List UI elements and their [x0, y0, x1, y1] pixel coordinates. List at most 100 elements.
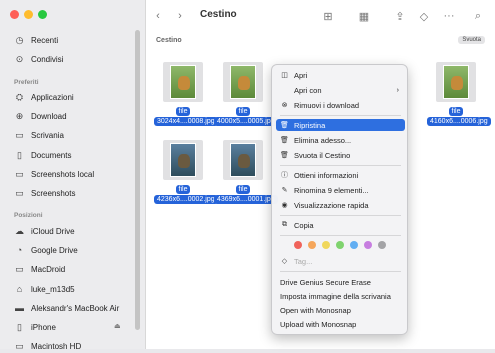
copy-icon: ⧉ [282, 221, 287, 228]
shared-icon: ⊙ [15, 53, 24, 64]
sidebar-item-google-drive[interactable]: ◔ Google Drive [14, 243, 78, 257]
menu-item-restore[interactable]: 🗑 Ripristina [276, 119, 405, 131]
tag-color-row [294, 241, 386, 249]
eye-icon: ◉ [281, 202, 288, 209]
file-thumbnail [223, 140, 263, 180]
download-icon: ⊕ [15, 110, 24, 121]
eject-icon[interactable]: ⏏ [114, 322, 121, 330]
tag-color-gray[interactable] [378, 241, 386, 249]
trash-icon: 🗑 [280, 137, 289, 144]
laptop-icon: ▬ [15, 303, 24, 313]
drive-icon: ◔ [16, 245, 23, 255]
sidebar-item-iphone[interactable]: ▯ iPhone [14, 320, 56, 334]
sidebar-item-recents[interactable]: ◷ Recenti [14, 33, 59, 47]
close-button[interactable] [10, 10, 19, 19]
sidebar-item-screenshots[interactable]: ▭ Screenshots [14, 186, 75, 200]
sidebar-item-applications[interactable]: ⛭ Applicazioni [14, 90, 74, 104]
sidebar-item-icloud[interactable]: ☁ iCloud Drive [14, 224, 75, 238]
empty-trash-button[interactable]: Svuota [458, 36, 485, 44]
folder-icon: ▭ [15, 187, 24, 198]
cloud-icon: ☁ [15, 225, 24, 236]
sidebar: ◷ Recenti ⊙ Condivisi Preferiti ⛭ Applic… [0, 0, 146, 351]
sidebar-item-macdroid[interactable]: ▭ MacDroid [14, 262, 65, 276]
folder-icon: ▭ [15, 263, 24, 274]
sidebar-item-shared[interactable]: ⊙ Condivisi [14, 52, 64, 66]
sidebar-item-documents[interactable]: ▯ Documents [14, 148, 71, 162]
search-icon: ⌕ [474, 9, 482, 22]
share-icon: ⇪ [395, 10, 405, 23]
group-button[interactable]: ▦ [351, 8, 377, 24]
tag-button[interactable]: ◇ [416, 8, 432, 24]
grid-icon: ⊞ [323, 10, 333, 23]
sidebar-section-favorites: Preferiti [14, 79, 39, 86]
tag-color-purple[interactable] [364, 241, 372, 249]
sidebar-item-desktop[interactable]: ▭ Scrivania [14, 128, 64, 142]
sidebar-item-download[interactable]: ⊕ Download [14, 109, 67, 123]
view-mode-button[interactable]: ⊞ [316, 8, 340, 24]
file-thumbnail [436, 62, 476, 102]
menu-separator [280, 235, 401, 236]
more-icon: ··· [443, 10, 455, 22]
tag-color-blue[interactable] [350, 241, 358, 249]
info-icon: ⓘ [281, 172, 288, 179]
remove-icon: ⊗ [281, 102, 288, 109]
forward-button[interactable]: › [172, 8, 188, 24]
content-header: Cestino Svuota [146, 32, 495, 48]
menu-item-rename[interactable]: ✎ Rinomina 9 elementi... [276, 184, 405, 196]
menu-item-empty-trash[interactable]: 🗑 Svuota il Cestino [276, 149, 405, 161]
applications-icon: ⛭ [15, 91, 24, 102]
share-button[interactable]: ⇪ [392, 8, 408, 24]
tag-color-orange[interactable] [308, 241, 316, 249]
back-button[interactable]: ‹ [150, 8, 166, 24]
search-button[interactable]: ⌕ [470, 8, 486, 24]
trash-icon: 🗑 [280, 122, 289, 129]
file-thumbnail [163, 140, 203, 180]
menu-item-get-info[interactable]: ⓘ Ottieni informazioni [276, 169, 405, 181]
tag-color-green[interactable] [336, 241, 344, 249]
file-item[interactable]: file 4160x6....0006.jpg [427, 62, 491, 126]
menu-item-upload-monosnap[interactable]: Upload with Monosnap [276, 318, 405, 330]
menu-item-tags[interactable]: ◇ Tag... [276, 255, 405, 267]
tag-color-red[interactable] [294, 241, 302, 249]
sidebar-item-macbook[interactable]: ▬ Aleksandr's MacBook Air [14, 301, 119, 315]
file-item[interactable]: file 4000x5....0005.jpg [214, 62, 278, 126]
tag-color-yellow[interactable] [322, 241, 330, 249]
minimize-button[interactable] [24, 10, 33, 19]
zoom-button[interactable] [38, 10, 47, 19]
menu-separator [280, 115, 401, 116]
menu-separator [280, 165, 401, 166]
sidebar-section-locations: Posizioni [14, 212, 43, 219]
menu-item-copy[interactable]: ⧉ Copia [276, 219, 405, 231]
file-item[interactable]: file 4369x6....0001.jpg [214, 140, 278, 204]
menu-item-quick-look[interactable]: ◉ Visualizzazione rapida [276, 199, 405, 211]
menu-item-open-with[interactable]: Apri con › [276, 84, 405, 96]
menu-item-drive-genius[interactable]: Drive Genius Secure Erase [276, 276, 405, 288]
open-icon: ◫ [281, 72, 288, 79]
menu-item-open[interactable]: ◫ Apri [276, 69, 405, 81]
desktop-icon: ▭ [15, 129, 24, 140]
chevron-right-icon: › [396, 86, 399, 94]
file-thumbnail [223, 62, 263, 102]
file-item[interactable]: file 3024x4....0008.jpg [154, 62, 218, 126]
context-menu: ◫ Apri Apri con › ⊗ Rimuovi i download 🗑… [271, 64, 408, 335]
finder-window: ◷ Recenti ⊙ Condivisi Preferiti ⛭ Applic… [0, 0, 495, 351]
pencil-icon: ✎ [281, 187, 288, 194]
sidebar-scrollbar[interactable] [135, 30, 140, 330]
menu-item-set-desktop[interactable]: Imposta immagine della scrivania [276, 290, 405, 302]
sidebar-item-macintosh-hd[interactable]: ▭ Macintosh HD [14, 339, 81, 353]
more-button[interactable]: ··· [440, 8, 458, 24]
sidebar-item-home[interactable]: ⌂ luke_m13d5 [14, 282, 75, 296]
tag-icon: ◇ [281, 258, 288, 265]
disk-icon: ▭ [15, 340, 24, 351]
trash-icon: 🗑 [280, 152, 289, 159]
file-item[interactable]: file 4236x6....0002.jpg [154, 140, 218, 204]
window-title: Cestino [200, 9, 237, 20]
menu-separator [280, 271, 401, 272]
menu-item-delete-now[interactable]: 🗑 Elimina adesso... [276, 134, 405, 146]
menu-item-remove-download[interactable]: ⊗ Rimuovi i download [276, 99, 405, 111]
clock-icon: ◷ [15, 34, 24, 45]
menu-separator [280, 215, 401, 216]
menu-item-open-monosnap[interactable]: Open with Monosnap [276, 304, 405, 316]
sidebar-item-screenshots-local[interactable]: ▭ Screenshots local [14, 167, 94, 181]
folder-icon: ▭ [15, 168, 24, 179]
